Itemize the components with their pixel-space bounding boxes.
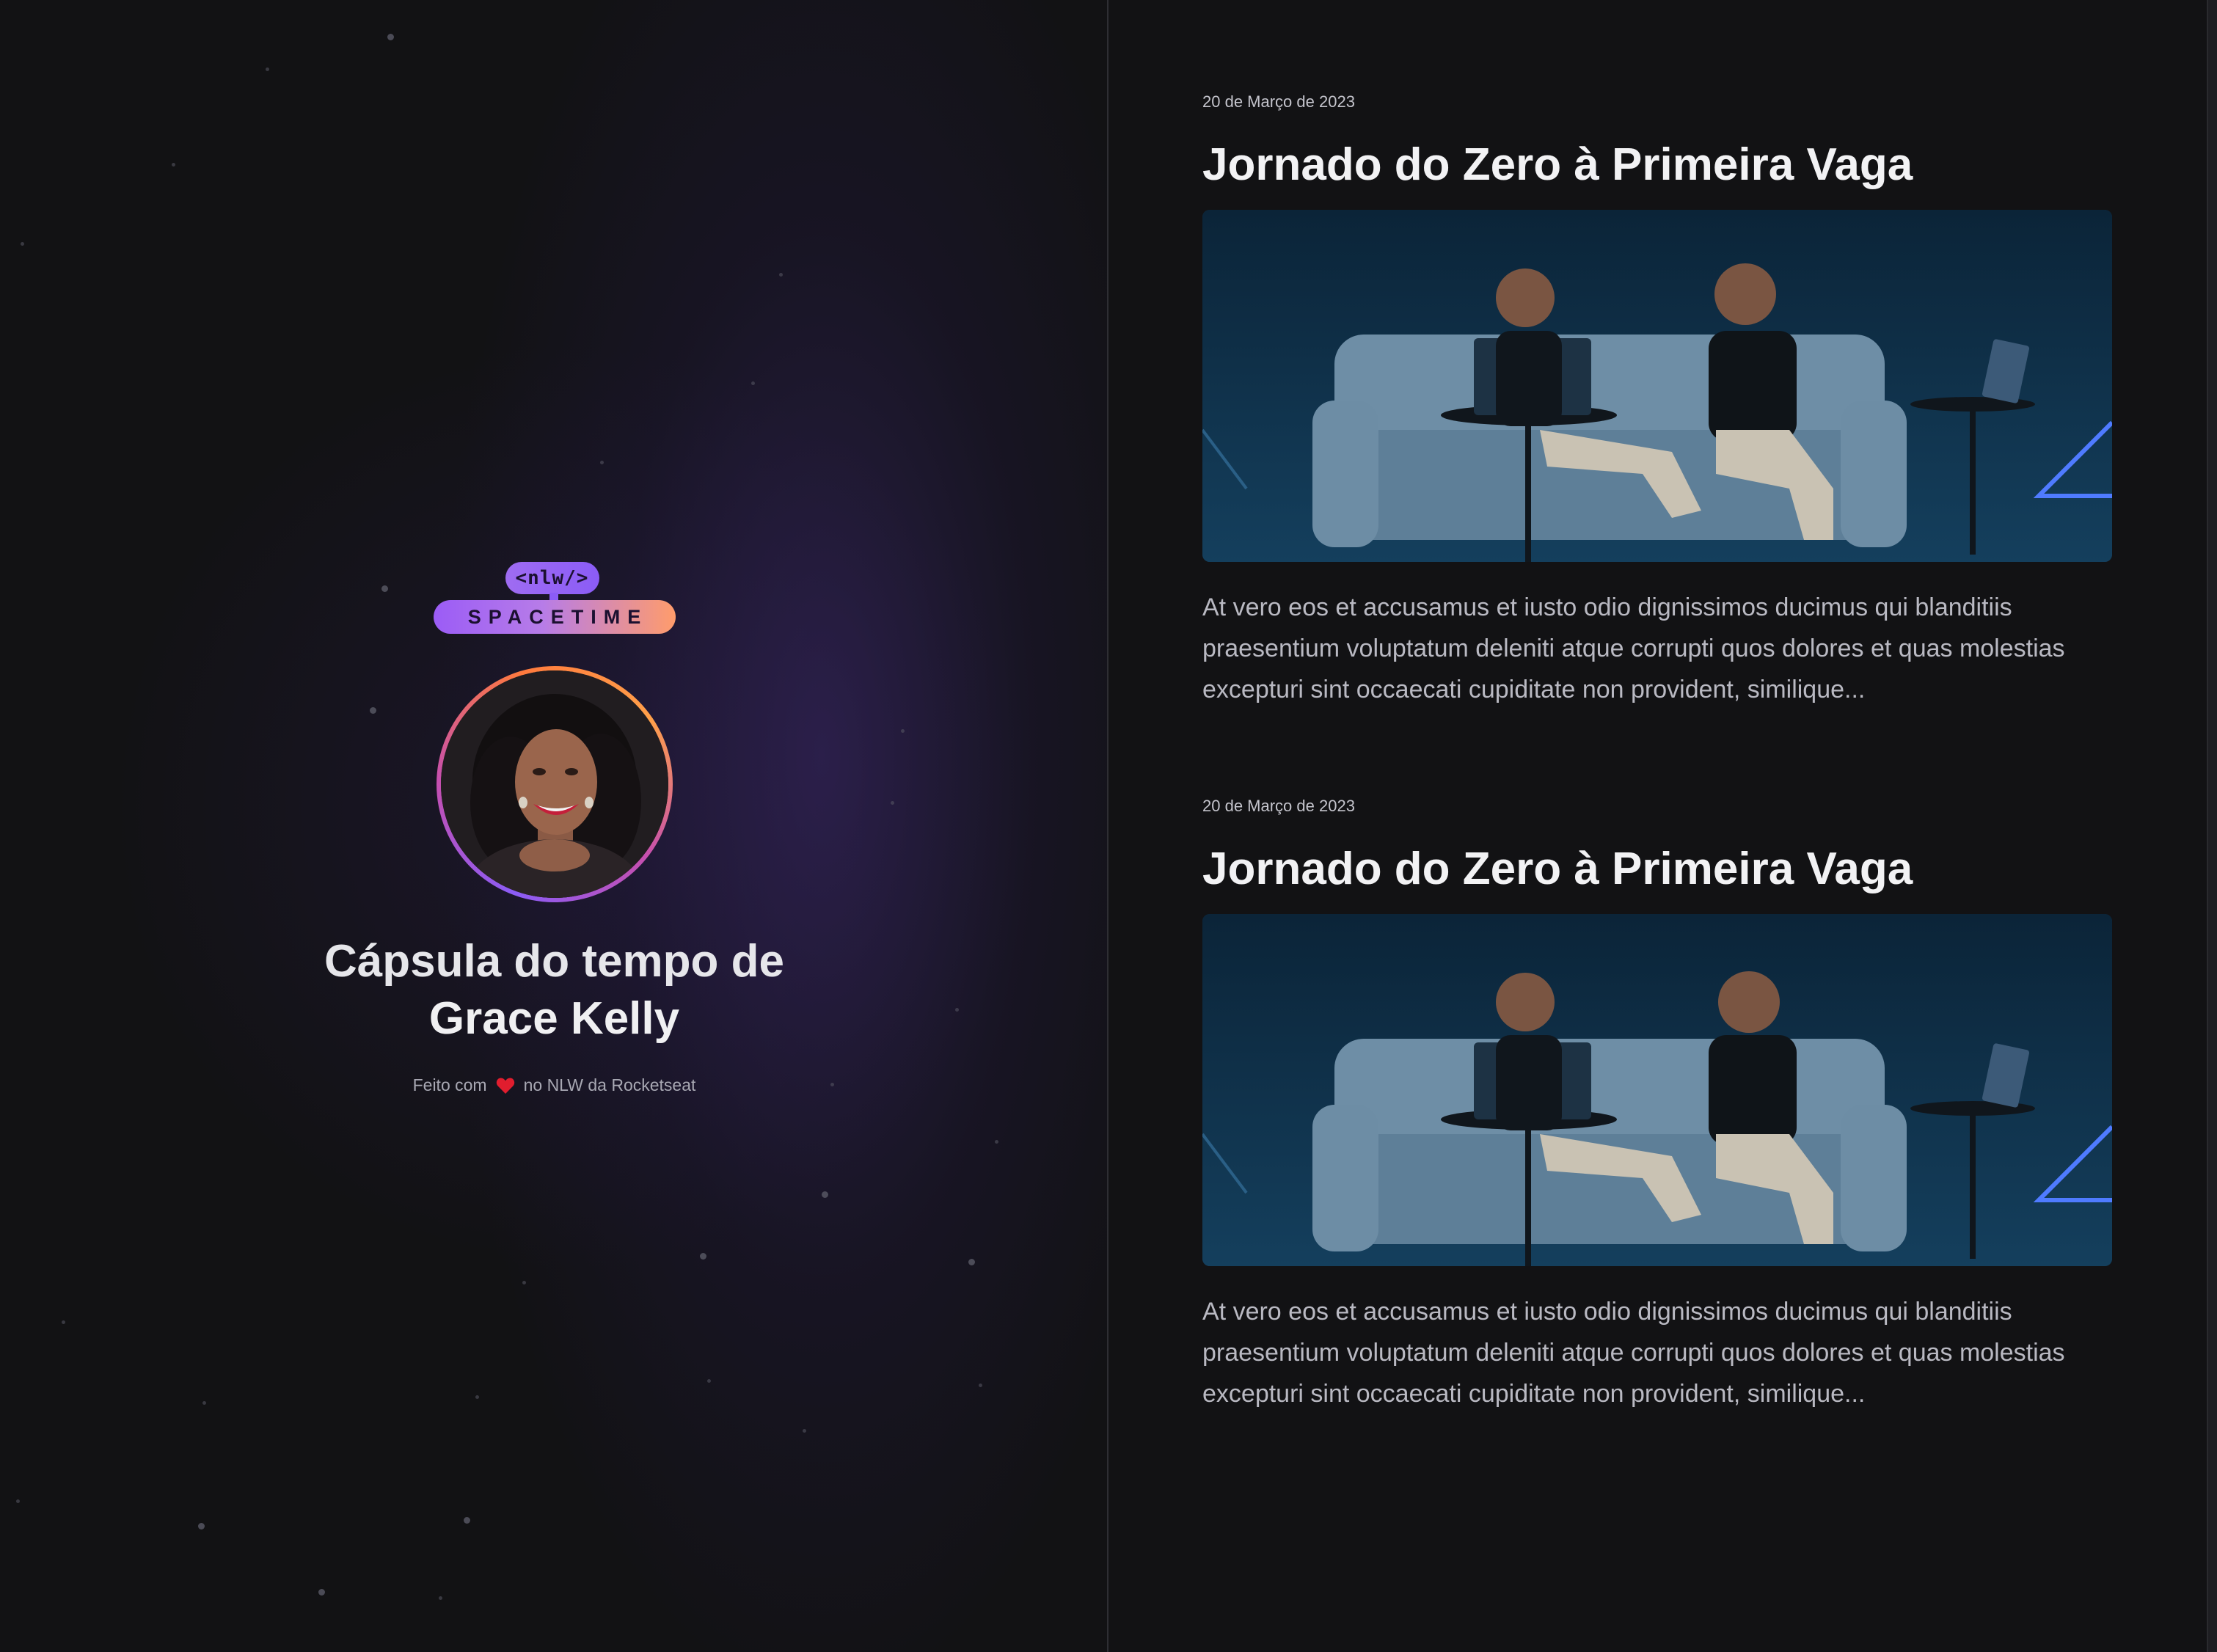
memory-title: Jornado do Zero à Primeira Vaga — [1202, 139, 1913, 190]
nlw-spacetime-logo: <nlw/> SPACETIME — [433, 558, 676, 634]
logo-wordmark: SPACETIME — [433, 600, 676, 634]
profile-hero: <nlw/> SPACETIME Cápsula do tempo de Gra… — [0, 558, 1107, 1095]
cover-photo — [1202, 210, 2112, 562]
memories-feed[interactable]: 20 de Março de 2023 Jornado do Zero à Pr… — [1108, 0, 2217, 1652]
capsule-title: Cápsula do tempo de Grace Kelly — [324, 933, 784, 1048]
app-root: <nlw/> SPACETIME Cápsula do tempo de Gra… — [0, 0, 2217, 1652]
avatar-photo — [440, 670, 668, 898]
heart-icon — [496, 1078, 514, 1094]
made-with-footer: Feito com no NLW da Rocketseat — [413, 1075, 696, 1095]
memory-date: 20 de Março de 2023 — [1202, 797, 1355, 815]
profile-panel: <nlw/> SPACETIME Cápsula do tempo de Gra… — [0, 0, 1108, 1652]
made-suffix: no NLW da Rocketseat — [523, 1075, 696, 1094]
user-name: Grace Kelly — [428, 993, 680, 1044]
memory-cover-image[interactable] — [1202, 914, 2112, 1266]
made-prefix: Feito com — [412, 1075, 487, 1094]
memory-cover-image[interactable] — [1202, 210, 2112, 562]
memory-title: Jornado do Zero à Primeira Vaga — [1202, 844, 1913, 894]
memory-card[interactable]: 20 de Março de 2023 Jornado do Zero à Pr… — [1202, 797, 2112, 1414]
capsule-title-prefix: Cápsula do tempo de — [324, 936, 784, 987]
memory-date: 20 de Março de 2023 — [1202, 92, 1355, 111]
cover-photo — [1202, 914, 2112, 1266]
logo-tag: <nlw/> — [505, 562, 599, 594]
scrollbar[interactable] — [2207, 0, 2217, 1652]
avatar-ring[interactable] — [436, 666, 673, 902]
avatar[interactable] — [440, 670, 668, 898]
memory-excerpt: At vero eos et accusamus et iusto odio d… — [1202, 593, 2065, 703]
memory-card[interactable]: 20 de Março de 2023 Jornado do Zero à Pr… — [1202, 92, 2112, 710]
memory-excerpt: At vero eos et accusamus et iusto odio d… — [1202, 1298, 2065, 1408]
